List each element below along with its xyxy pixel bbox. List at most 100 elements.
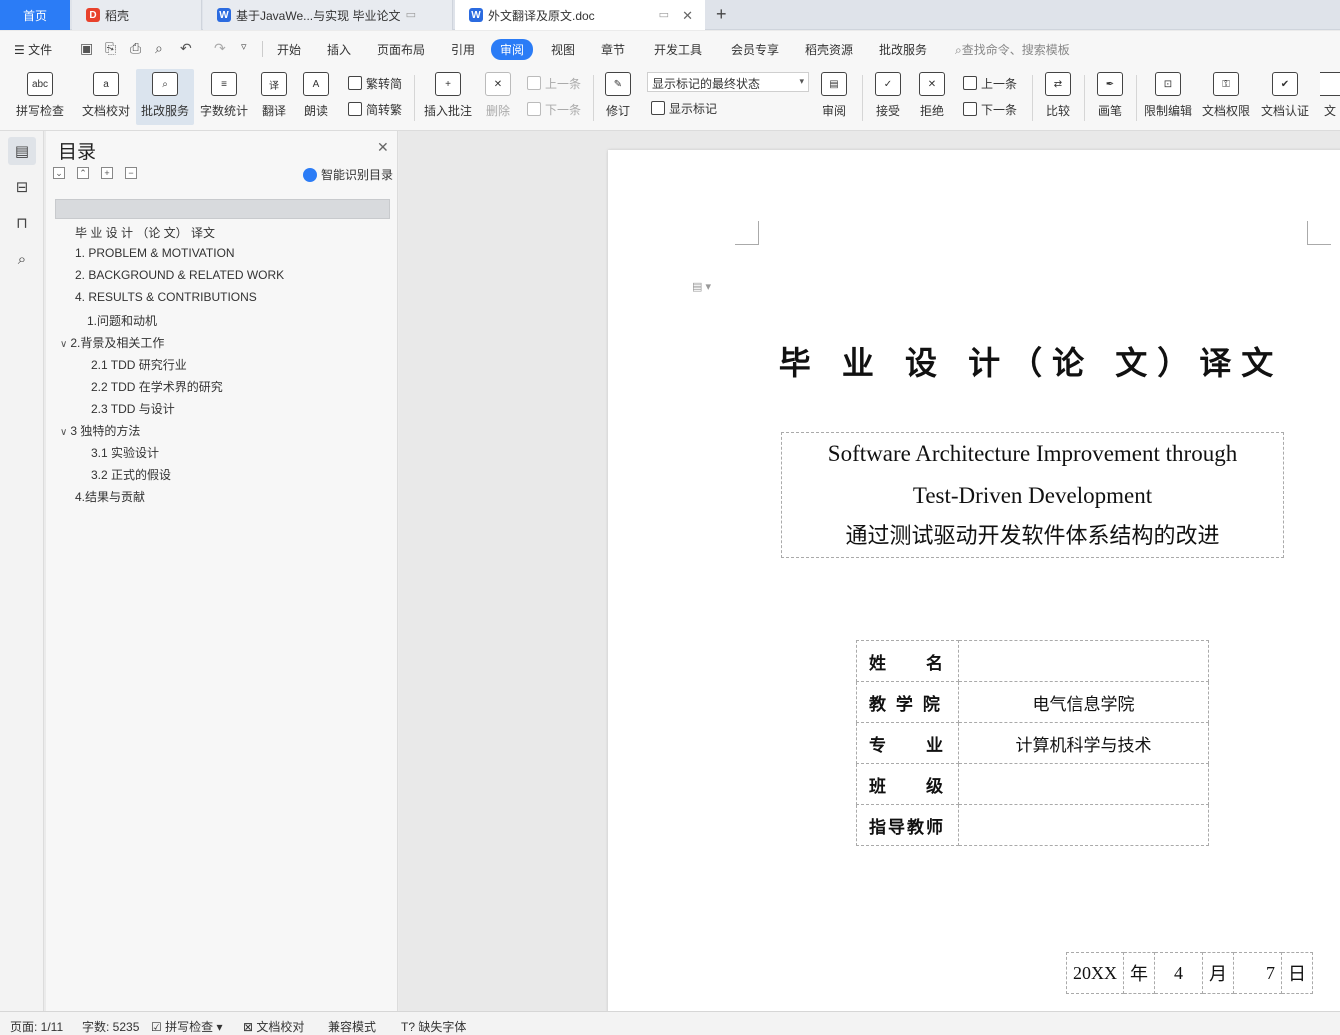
save-icon[interactable]: ▣ (80, 40, 93, 57)
word-count-button[interactable]: ≡ 字数统计 (198, 69, 250, 125)
next-comment-button[interactable]: 下一条 (527, 99, 581, 119)
show-markup-button[interactable]: 显示标记 (651, 98, 717, 118)
prev-comment-button[interactable]: 上一条 (527, 73, 581, 93)
status-proofread[interactable]: ⊠ 文档校对 (243, 1018, 304, 1035)
undo-icon[interactable]: ↶ (180, 40, 192, 57)
command-search[interactable]: ⌕查找命令、搜索模板 (955, 41, 1070, 58)
close-tab-icon[interactable]: ✕ (682, 8, 693, 24)
add-heading-icon[interactable]: + (101, 167, 113, 179)
collapse-all-icon[interactable]: ⌃ (77, 167, 89, 179)
insert-comment-button[interactable]: + 插入批注 (422, 69, 474, 125)
toc-item[interactable]: 1. PROBLEM & MOTIVATION (75, 246, 235, 260)
menu-chapter[interactable]: 章节 (601, 41, 625, 58)
menu-home[interactable]: 开始 (277, 41, 301, 58)
tab-thesis[interactable]: W 基于JavaWe...与实现 毕业论文 ▭ (203, 0, 453, 30)
toc-item[interactable]: 1.问题和动机 (87, 312, 157, 329)
expand-all-icon[interactable]: ⌄ (53, 167, 65, 179)
translate-button[interactable]: 译翻译 (256, 69, 292, 125)
menu-developer[interactable]: 开发工具 (654, 41, 702, 58)
paragraph-options-icon[interactable]: ▤ ▾ (692, 280, 711, 293)
tab-home[interactable]: 首页 (0, 0, 70, 30)
status-spell-check[interactable]: ☑ 拼写检查 ▾ (151, 1018, 222, 1035)
remove-heading-icon[interactable]: − (125, 167, 137, 179)
pin-icon[interactable]: ▭ (406, 8, 416, 21)
more-ribbon-button[interactable]: 文 (1320, 69, 1340, 125)
date-year[interactable]: 20XX (1066, 952, 1124, 994)
menu-layout[interactable]: 页面布局 (377, 41, 425, 58)
toc-icon[interactable]: ▤ (8, 137, 36, 165)
restrict-editing-button[interactable]: ⊡ 限制编辑 (1142, 69, 1194, 125)
spell-check-button[interactable]: abc 拼写检查 (10, 69, 70, 125)
ink-button[interactable]: ✒ 画笔 (1092, 69, 1128, 125)
info-value[interactable] (958, 763, 1209, 805)
next-change-button[interactable]: 下一条 (963, 99, 1017, 119)
tab-translation[interactable]: W 外文翻译及原文.doc ▭ ✕ (455, 0, 705, 30)
toc-item[interactable]: 2. BACKGROUND & RELATED WORK (75, 268, 284, 282)
read-aloud-button[interactable]: A 朗读 (300, 69, 332, 125)
chevron-down-icon[interactable]: ∨ (60, 427, 67, 438)
menu-view[interactable]: 视图 (551, 41, 575, 58)
menu-docer[interactable]: 稻壳资源 (805, 41, 853, 58)
toc-item[interactable]: 4.结果与贡献 (75, 488, 145, 505)
pin-icon[interactable]: ▭ (659, 8, 669, 21)
print-preview-icon[interactable]: ⌕ (155, 40, 163, 57)
toc-item[interactable]: 毕 业 设 计 （论 文） 译文 (75, 224, 215, 241)
info-value[interactable]: 电气信息学院 (958, 681, 1209, 723)
new-tab-icon[interactable]: + (716, 4, 727, 25)
document-canvas[interactable]: ▤ ▾ 毕 业 设 计（论 文）译文 Software Architecture… (399, 131, 1340, 1030)
doc-permission-button[interactable]: ⚿ 文档权限 (1200, 69, 1252, 125)
toc-item[interactable]: ∨ 2.背景及相关工作 (60, 334, 164, 351)
trad-to-simp-button[interactable]: 繁转简 (348, 73, 402, 93)
correction-service-button[interactable]: ⌕ 批改服务 (136, 69, 194, 125)
word-count-indicator[interactable]: 字数: 5235 (82, 1018, 139, 1035)
toc-item[interactable]: 4. RESULTS & CONTRIBUTIONS (75, 290, 257, 304)
close-icon[interactable]: ✕ (377, 139, 389, 156)
title-textbox[interactable]: Software Architecture Improvement throug… (781, 432, 1284, 558)
menu-review[interactable]: 审阅 (491, 39, 534, 60)
menu-member[interactable]: 会员专享 (731, 41, 779, 58)
toc-item[interactable]: 2.2 TDD 在学术界的研究 (91, 378, 223, 395)
review-pane-button[interactable]: ▤ 审阅 (816, 69, 852, 125)
customize-toolbar-icon[interactable]: ▿ (241, 40, 247, 53)
proofread-button[interactable]: a 文档校对 (79, 69, 133, 125)
info-value[interactable] (958, 804, 1209, 846)
info-value[interactable] (958, 640, 1209, 682)
page-indicator[interactable]: 页面: 1/11 (10, 1018, 63, 1035)
toc-item[interactable]: ∨ 3 独特的方法 (60, 422, 140, 439)
info-value[interactable]: 计算机科学与技术 (958, 722, 1209, 764)
simp-to-trad-button[interactable]: 简转繁 (348, 99, 402, 119)
chapter-nav-icon[interactable]: ⊟ (8, 173, 36, 201)
chevron-down-icon[interactable]: ∨ (60, 339, 67, 350)
search-icon[interactable]: ⌕ (8, 245, 36, 273)
document-page[interactable]: ▤ ▾ 毕 业 设 计（论 文）译文 Software Architecture… (608, 150, 1340, 1030)
menu-correction[interactable]: 批改服务 (879, 41, 927, 58)
missing-font[interactable]: T? 缺失字体 (401, 1018, 466, 1035)
menu-references[interactable]: 引用 (451, 41, 475, 58)
toc-selected-bar[interactable] (55, 199, 390, 219)
menu-insert[interactable]: 插入 (327, 41, 351, 58)
file-menu[interactable]: ☰ 文件 (14, 41, 52, 58)
compare-button[interactable]: ⇄ 比较 (1040, 69, 1076, 125)
export-pdf-icon[interactable]: ⎘ (105, 40, 116, 57)
compat-mode[interactable]: 兼容模式 (328, 1018, 376, 1035)
toc-item[interactable]: 3.2 正式的假设 (91, 466, 171, 483)
prev-change-button[interactable]: 上一条 (963, 73, 1017, 93)
tab-docer[interactable]: D 稻壳 (72, 0, 202, 30)
toc-item[interactable]: 2.1 TDD 研究行业 (91, 356, 187, 373)
toc-item[interactable]: 3.1 实验设计 (91, 444, 159, 461)
reject-button[interactable]: ✕ 拒绝 (914, 69, 950, 125)
delete-comment-button[interactable]: ✕ 删除 (480, 69, 516, 125)
toc-item[interactable]: 2.3 TDD 与设计 (91, 400, 175, 417)
print-icon[interactable]: ⎙ (130, 40, 141, 57)
status-proofread-label: 文档校对 (256, 1020, 305, 1034)
bookmark-icon[interactable]: ⊓ (8, 209, 36, 237)
track-changes-button[interactable]: ✎ 修订 (600, 69, 636, 125)
accept-button[interactable]: ✓ 接受 (870, 69, 906, 125)
markup-state-select[interactable]: 显示标记的最终状态 ▾ (647, 72, 809, 92)
ribbon-separator (1136, 75, 1137, 121)
smart-toc-button[interactable]: 智能识别目录 (303, 166, 393, 183)
doc-certify-button[interactable]: ✔ 文档认证 (1259, 69, 1311, 125)
date-day[interactable]: 7 (1233, 952, 1282, 994)
redo-icon[interactable]: ↷ (214, 40, 226, 57)
date-month[interactable]: 4 (1154, 952, 1203, 994)
